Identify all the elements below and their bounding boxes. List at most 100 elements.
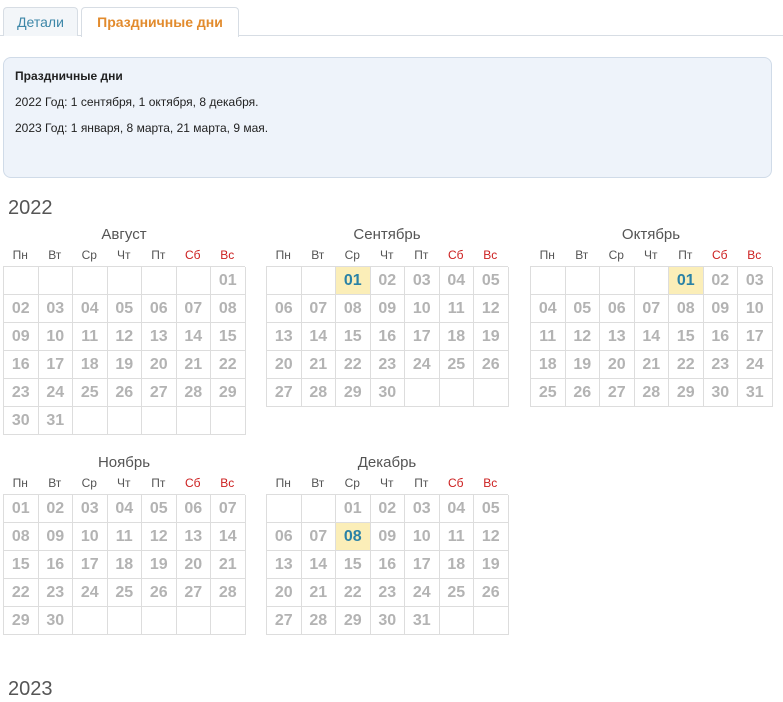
day-cell: 04 <box>73 295 108 323</box>
day-cell: 27 <box>600 379 635 407</box>
day-cell: 23 <box>4 379 39 407</box>
day-cell: 10 <box>405 523 440 551</box>
day-cell: 09 <box>703 295 738 323</box>
day-cell: 12 <box>107 323 142 351</box>
empty-day-cell <box>142 267 177 295</box>
tab-holidays[interactable]: Праздничные дни <box>81 7 239 37</box>
day-cell: 04 <box>439 267 474 295</box>
holiday-day-cell: 08 <box>336 523 371 551</box>
day-cell: 26 <box>142 579 177 607</box>
day-cell: 31 <box>738 379 773 407</box>
day-cell: 11 <box>439 523 474 551</box>
tab-details[interactable]: Детали <box>3 7 78 36</box>
day-cell: 20 <box>142 351 177 379</box>
day-cell: 19 <box>474 551 509 579</box>
holiday-day-cell: 01 <box>336 267 371 295</box>
weekday-label: Пт <box>151 476 166 490</box>
day-cell: 06 <box>267 523 302 551</box>
day-cell: 20 <box>176 551 211 579</box>
day-cell: 19 <box>565 351 600 379</box>
day-cell: 15 <box>336 551 371 579</box>
empty-day-cell <box>405 379 440 407</box>
holidays-info-title: Праздничные дни <box>15 69 123 83</box>
day-cell: 29 <box>336 379 371 407</box>
month-name: Ноябрь <box>97 454 151 471</box>
day-cell: 16 <box>370 323 405 351</box>
month-name: Октябрь <box>621 226 681 243</box>
day-cell: 22 <box>669 351 704 379</box>
day-grid: 01 02 03 04 05 06 07 08 09 10 11 12 13 14 15 16 17 18 19 20… <box>3 494 246 635</box>
day-cell: 18 <box>107 551 142 579</box>
day-cell: 22 <box>336 579 371 607</box>
day-cell: 24 <box>405 351 440 379</box>
day-cell: 29 <box>669 379 704 407</box>
weekday-label: Чт <box>117 248 131 262</box>
weekday-label: Пн <box>12 476 28 490</box>
day-cell: 19 <box>107 351 142 379</box>
day-cell: 28 <box>301 379 336 407</box>
day-cell: 03 <box>405 267 440 295</box>
month-august: Август Пн Вт Ср Чт Пт Сб Вс 01 02 03 04 05 06 07 08 09 10… <box>3 226 246 435</box>
day-cell: 14 <box>301 551 336 579</box>
day-cell: 11 <box>531 323 566 351</box>
year-heading-2023: 2023 <box>8 678 53 700</box>
weekday-label: Ср <box>81 248 97 262</box>
day-cell: 03 <box>38 295 73 323</box>
day-cell: 18 <box>439 323 474 351</box>
month-december: Декабрь Пн Вт Ср Чт Пт Сб Вс 01 02 03 04 05 06 07 08 09 1… <box>266 454 509 635</box>
day-cell: 16 <box>38 551 73 579</box>
day-cell: 20 <box>267 579 302 607</box>
day-cell: 28 <box>176 379 211 407</box>
year-heading-2022: 2022 <box>8 197 53 219</box>
empty-day-cell <box>73 607 108 635</box>
day-cell: 03 <box>405 495 440 523</box>
empty-day-cell <box>474 379 509 407</box>
weekday-label: Ср <box>344 476 360 490</box>
empty-day-cell <box>107 607 142 635</box>
day-cell: 17 <box>73 551 108 579</box>
weekday-label: Вс <box>220 476 235 490</box>
empty-day-cell <box>73 267 108 295</box>
day-cell: 09 <box>370 295 405 323</box>
holiday-day-cell: 01 <box>669 267 704 295</box>
month-name: Август <box>101 226 147 243</box>
day-cell: 03 <box>73 495 108 523</box>
day-cell: 02 <box>4 295 39 323</box>
day-cell: 22 <box>336 351 371 379</box>
day-cell: 11 <box>439 295 474 323</box>
empty-day-cell <box>107 407 142 435</box>
day-cell: 31 <box>405 607 440 635</box>
day-cell: 30 <box>4 407 39 435</box>
day-cell: 30 <box>703 379 738 407</box>
holidays-info-line-2022: 2022 Год: 1 сентября, 1 октября, 8 декаб… <box>15 95 259 109</box>
day-cell: 10 <box>738 295 773 323</box>
day-cell: 12 <box>474 295 509 323</box>
day-cell: 17 <box>405 323 440 351</box>
day-cell: 21 <box>634 351 669 379</box>
day-cell: 08 <box>211 295 246 323</box>
day-cell: 30 <box>38 607 73 635</box>
weekday-label: Пт <box>414 248 429 262</box>
day-cell: 29 <box>211 379 246 407</box>
day-cell: 13 <box>267 323 302 351</box>
weekday-label: Вт <box>575 248 589 262</box>
day-cell: 13 <box>142 323 177 351</box>
weekday-label: Вс <box>483 248 498 262</box>
day-cell: 07 <box>211 495 246 523</box>
day-cell: 23 <box>38 579 73 607</box>
day-cell: 15 <box>669 323 704 351</box>
day-cell: 07 <box>634 295 669 323</box>
weekday-label: Пт <box>678 248 693 262</box>
weekday-header-row: Пн Вт Ср Чт Пт Сб Вс <box>3 246 245 266</box>
day-cell: 26 <box>565 379 600 407</box>
day-cell: 30 <box>370 607 405 635</box>
tab-bar: Детали Праздничные дни <box>0 0 783 37</box>
holidays-info-box: Праздничные дни 2022 Год: 1 сентября, 1 … <box>3 57 772 178</box>
day-cell: 05 <box>107 295 142 323</box>
day-cell: 23 <box>370 351 405 379</box>
day-cell: 16 <box>370 551 405 579</box>
day-cell: 27 <box>267 607 302 635</box>
day-cell: 05 <box>565 295 600 323</box>
day-cell: 26 <box>474 351 509 379</box>
empty-day-cell <box>439 379 474 407</box>
